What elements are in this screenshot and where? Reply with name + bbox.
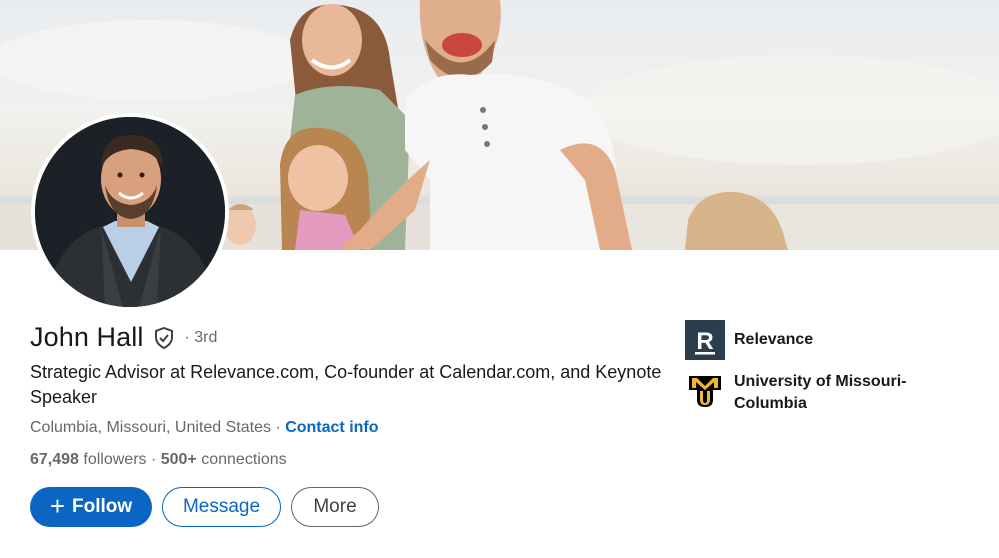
org-university[interactable]: University of Missouri-Columbia [685,370,934,415]
connection-degree: · 3rd [184,328,218,346]
org-relevance[interactable]: R Relevance [685,320,934,360]
org-name: University of Missouri-Columbia [734,373,907,412]
profile-card: John Hall · 3rd Strategic Advisor at Rel… [0,0,999,558]
message-button[interactable]: Message [162,487,281,527]
plus-icon: + [49,491,66,521]
stats-row: 67,498 followers · 500+ connections [30,451,287,469]
followers-count: 67,498 [30,451,79,468]
stats-separator: · [146,451,161,468]
follow-label: Follow [72,496,133,517]
svg-text:R: R [696,328,713,355]
more-button[interactable]: More [291,487,379,527]
mizzou-logo-icon [685,370,725,410]
org-name: Relevance [734,331,814,348]
connections-link[interactable]: 500+ connections [161,451,287,468]
profile-name: John Hall [30,322,144,352]
profile-avatar[interactable] [31,113,229,311]
follow-button[interactable]: + Follow [30,487,152,527]
followers-label: followers [78,451,147,468]
profile-location: Columbia, Missouri, United States [30,419,271,436]
location-separator: · [270,419,286,436]
followers-link[interactable]: 67,498 followers [30,451,147,468]
profile-headline: Strategic Advisor at Relevance.com, Co-f… [30,362,662,407]
connections-label: connections [196,451,287,468]
avatar-image [35,117,225,307]
contact-info-link[interactable]: Contact info [285,419,378,436]
name-row: John Hall · 3rd [30,322,217,353]
location-row: Columbia, Missouri, United States · Cont… [30,419,379,437]
shield-check-icon[interactable] [152,326,176,350]
relevance-logo-icon: R [685,320,725,360]
connections-count: 500+ [160,451,197,468]
